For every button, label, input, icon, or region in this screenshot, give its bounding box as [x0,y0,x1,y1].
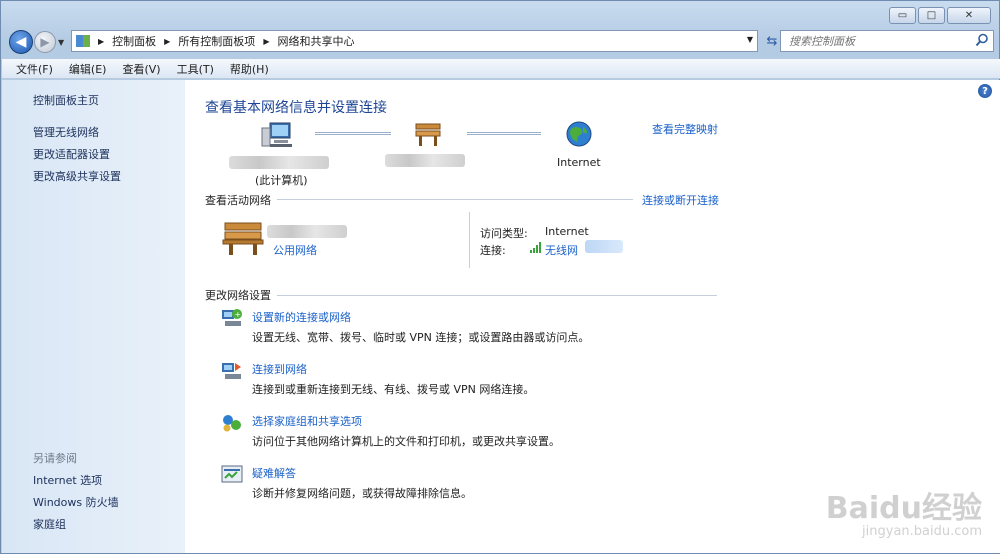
wireless-name-redacted [585,240,623,253]
sidebar-item-homegroup[interactable]: 家庭组 [33,516,66,532]
menu-help[interactable]: 帮助(H) [222,61,277,77]
maximize-button[interactable]: □ [918,7,945,24]
this-computer-label: (此计算机) [255,174,308,187]
refresh-icon: ⇆ [766,33,778,49]
recent-pages-dropdown-icon[interactable]: ▼ [58,38,64,47]
page-title: 查看基本网络信息并设置连接 [205,100,387,116]
sidebar-item-manage-wireless[interactable]: 管理无线网络 [33,124,99,140]
homegroup-icon [223,415,241,432]
wireless-connection-link[interactable]: 无线网 [545,242,578,258]
sidebar-item-advanced-sharing[interactable]: 更改高级共享设置 [33,168,121,184]
globe-icon[interactable] [565,120,593,148]
menu-file[interactable]: 文件(F) [8,61,61,77]
refresh-button[interactable]: ⇆ [762,32,782,50]
menu-edit[interactable]: 编辑(E) [61,61,115,77]
navigation-bar: ◀ ▶ ▼ ▶ 控制面板 ▶ 所有控制面板项 ▶ 网络和共享中心 ▼ ⇆ [9,29,994,55]
svg-text:+: + [235,310,242,319]
chevron-right-icon[interactable]: ▶ [164,37,170,46]
bench-icon[interactable] [413,122,443,148]
chevron-right-icon[interactable]: ▶ [263,37,269,46]
task-homegroup-desc: 访问位于其他网络计算机上的文件和打印机，或更改共享设置。 [252,435,560,448]
task-new-connection-desc: 设置无线、宽带、拨号、临时或 VPN 连接；或设置路由器或访问点。 [252,331,590,344]
breadcrumb-control-panel[interactable]: 控制面板 [112,33,156,49]
task-new-connection-link[interactable]: 设置新的连接或网络 [252,309,351,325]
menu-bar: 文件(F) 编辑(E) 查看(V) 工具(T) 帮助(H) [2,59,1000,79]
sidebar: 控制面板主页 管理无线网络 更改适配器设置 更改高级共享设置 另请参阅 Inte… [2,80,185,553]
window-controls: ▭ □ ✕ [887,7,991,24]
vertical-divider [469,212,470,268]
signal-strength-icon [530,242,541,253]
sidebar-item-internet-options[interactable]: Internet 选项 [33,472,102,488]
network-type-link[interactable]: 公用网络 [273,242,317,258]
map-link-line [467,132,541,135]
public-network-bench-icon[interactable] [221,220,265,256]
troubleshoot-icon [221,465,243,483]
see-also-heading: 另请参阅 [33,452,77,465]
minimize-button[interactable]: ▭ [889,7,916,24]
menu-tools[interactable]: 工具(T) [169,61,222,77]
chevron-right-icon[interactable]: ▶ [98,37,104,46]
section-divider [277,199,633,200]
access-type-label: 访问类型: [480,227,528,240]
address-dropdown-icon[interactable]: ▼ [747,35,753,44]
menu-view[interactable]: 查看(V) [114,61,168,77]
change-settings-heading: 更改网络设置 [205,289,271,302]
watermark-brand: Baidu经验 [825,490,982,526]
task-connect-network-link[interactable]: 连接到网络 [252,361,307,377]
section-divider [277,295,717,296]
search-input[interactable] [781,31,961,51]
connect-disconnect-link[interactable]: 连接或断开连接 [642,192,719,208]
connect-network-icon [222,363,241,379]
computer-name-redacted [229,156,329,169]
network-name-redacted [385,154,465,167]
connection-label: 连接: [480,244,506,257]
task-troubleshoot-desc: 诊断并修复网络问题，或获得故障排除信息。 [252,487,472,500]
main-content: ? 查看基本网络信息并设置连接 查看完整映射 (此计算机) Internet 查… [185,80,1000,553]
new-connection-icon: + [222,309,242,326]
address-bar[interactable]: ▶ 控制面板 ▶ 所有控制面板项 ▶ 网络和共享中心 ▼ [71,30,758,52]
task-troubleshoot-link[interactable]: 疑难解答 [252,465,296,481]
search-icon[interactable] [975,33,989,47]
back-button[interactable]: ◀ [9,30,33,54]
control-panel-icon [76,35,90,47]
task-connect-network-desc: 连接到或重新连接到无线、有线、拨号或 VPN 网络连接。 [252,383,535,396]
access-type-value: Internet [545,225,589,238]
active-networks-heading: 查看活动网络 [205,194,271,207]
close-button[interactable]: ✕ [947,7,991,24]
forward-button[interactable]: ▶ [34,31,56,53]
watermark: Baidu经验 jingyan.baidu.com [826,492,982,539]
sidebar-item-adapter-settings[interactable]: 更改适配器设置 [33,146,110,162]
breadcrumb-all-items[interactable]: 所有控制面板项 [178,33,255,49]
help-icon[interactable]: ? [978,84,992,98]
search-box [780,30,994,52]
window-frame: ▭ □ ✕ ◀ ▶ ▼ ▶ 控制面板 ▶ 所有控制面板项 ▶ 网络和共享中心 ▼… [0,0,1000,554]
sidebar-item-home[interactable]: 控制面板主页 [33,92,99,108]
computer-icon[interactable] [261,120,293,150]
internet-label: Internet [557,156,601,169]
active-network-name-redacted [267,225,347,238]
task-homegroup-link[interactable]: 选择家庭组和共享选项 [252,413,362,429]
watermark-url: jingyan.baidu.com [862,523,982,539]
sidebar-item-firewall[interactable]: Windows 防火墙 [33,494,119,510]
map-link-line [315,132,391,135]
breadcrumb-network-center[interactable]: 网络和共享中心 [277,33,354,49]
view-full-map-link[interactable]: 查看完整映射 [652,121,718,137]
